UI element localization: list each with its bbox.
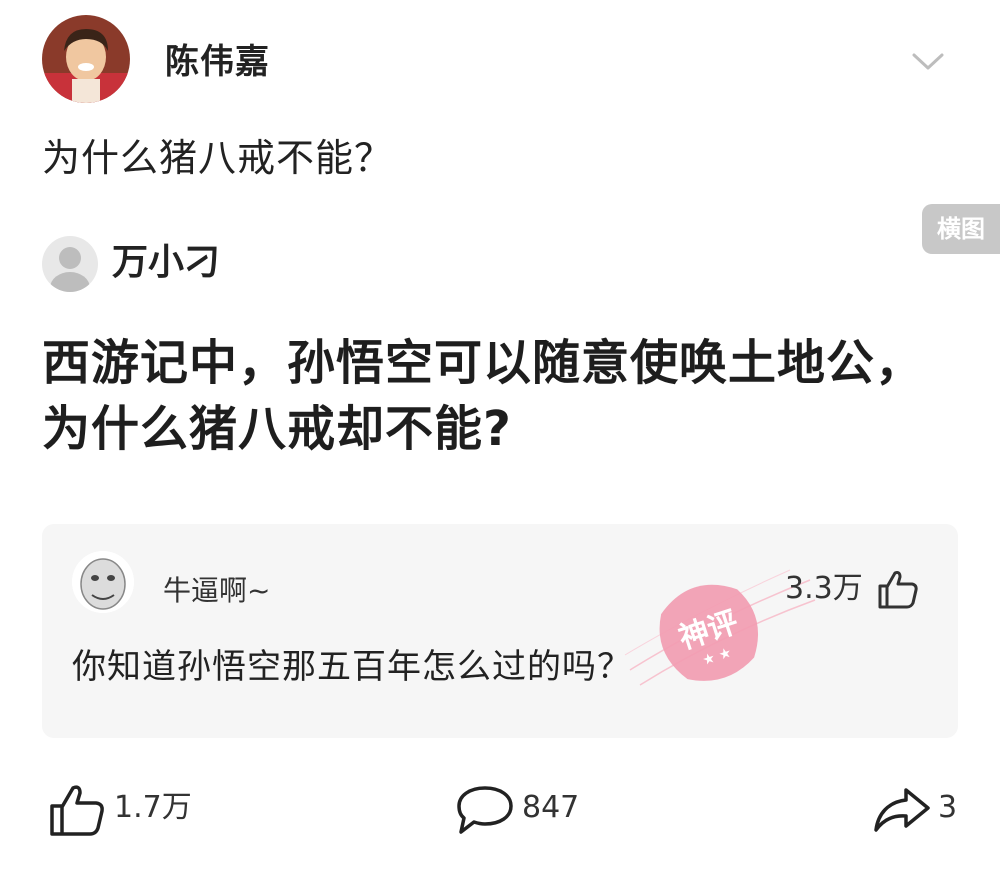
like-icon[interactable] xyxy=(48,782,108,838)
username[interactable]: 陈伟嘉 xyxy=(165,40,270,84)
post-title: 为什么猪八戒不能？ xyxy=(42,136,394,180)
top-comment-card[interactable] xyxy=(42,524,958,738)
commenter-name[interactable]: 牛逼啊~ xyxy=(163,571,270,611)
share-icon[interactable] xyxy=(872,784,932,834)
comment-text: 你知道孙悟空那五百年怎么过的吗？ xyxy=(72,647,632,687)
comment-count[interactable]: 847 xyxy=(522,788,579,828)
author-avatar xyxy=(42,236,98,292)
user-avatar[interactable] xyxy=(42,15,130,103)
chevron-down-icon[interactable] xyxy=(908,46,948,76)
like-count[interactable]: 1.7万 xyxy=(114,788,192,828)
comment-icon[interactable] xyxy=(455,784,515,838)
comment-thumbs-up-icon[interactable] xyxy=(876,567,920,611)
embedded-headline: 西游记中，孙悟空可以随意使唤土地公，为什么猪八戒却不能? xyxy=(42,335,925,457)
share-count[interactable]: 3 xyxy=(938,788,957,828)
commenter-avatar[interactable] xyxy=(72,551,134,613)
comment-like-count: 3.3万 xyxy=(785,571,863,606)
image-type-badge: 横图 xyxy=(922,204,1000,254)
embedded-author-name: 万小刁 xyxy=(112,242,221,283)
